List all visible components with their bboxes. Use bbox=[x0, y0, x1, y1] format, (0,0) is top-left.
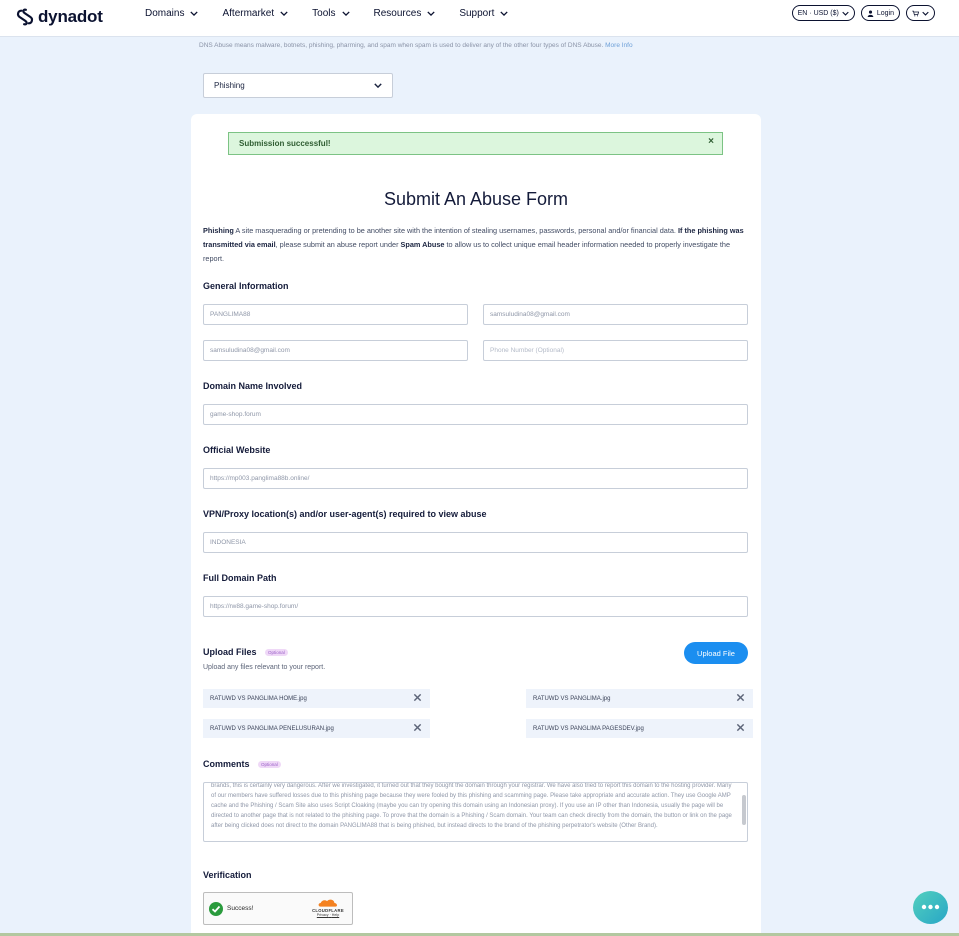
file-name: RATUWD VS PANGLIMA HOME.jpg bbox=[210, 695, 307, 702]
confirm-email-field[interactable]: samsuludina08@gmail.com bbox=[203, 340, 468, 361]
menu-label: Aftermarket bbox=[222, 7, 275, 19]
remove-file-icon[interactable] bbox=[736, 693, 745, 702]
file-name: RATUWD VS PANGLIMA.jpg bbox=[533, 695, 611, 702]
remove-file-icon[interactable] bbox=[413, 723, 422, 732]
cart-icon bbox=[912, 10, 919, 16]
abuse-type-value: Phishing bbox=[214, 81, 245, 90]
chevron-down-icon bbox=[374, 83, 382, 88]
alert-message: Submission successful! bbox=[239, 139, 331, 148]
chevron-down-icon bbox=[190, 10, 199, 16]
file-name: RATUWD VS PANGLIMA PENELUSURAN.jpg bbox=[210, 725, 334, 732]
menu-label: Support bbox=[459, 7, 495, 19]
chevron-down-icon bbox=[280, 10, 288, 16]
upload-file-button[interactable]: Upload File bbox=[684, 642, 748, 664]
upload-heading: Upload Files Optional bbox=[203, 647, 288, 657]
uploaded-file: RATUWD VS PANGLIMA HOME.jpg bbox=[203, 689, 430, 708]
chevron-down-icon bbox=[842, 11, 849, 16]
abuse-type-select[interactable]: Phishing bbox=[203, 73, 393, 98]
menu-domains[interactable]: Domains bbox=[145, 7, 199, 19]
remove-file-icon[interactable] bbox=[736, 723, 745, 732]
upload-label: Upload Files bbox=[203, 647, 257, 657]
brand-logo[interactable]: dynadot bbox=[16, 6, 103, 28]
file-name: RATUWD VS PANGLIMA PAGESDEV.jpg bbox=[533, 725, 644, 732]
menu-aftermarket[interactable]: Aftermarket bbox=[222, 8, 288, 19]
main-menu: Domains Aftermarket Tools Resources Supp… bbox=[145, 0, 532, 26]
uploaded-file: RATUWD VS PANGLIMA.jpg bbox=[526, 689, 753, 708]
menu-tools[interactable]: Tools bbox=[312, 7, 350, 19]
desc-term: Phishing bbox=[203, 226, 234, 235]
uploaded-file: RATUWD VS PANGLIMA PAGESDEV.jpg bbox=[526, 719, 753, 738]
success-check-icon bbox=[209, 902, 223, 916]
chevron-down-icon bbox=[341, 10, 350, 16]
currency-selector[interactable]: EN · USD ($) bbox=[791, 5, 855, 21]
cart-button[interactable] bbox=[906, 5, 935, 21]
email-field[interactable]: samsuludina08@gmail.com bbox=[483, 304, 748, 325]
more-info-link[interactable]: More Info bbox=[605, 42, 632, 49]
vpn-heading: VPN/Proxy location(s) and/or user-agent(… bbox=[203, 509, 487, 519]
cloudflare-links: Privacy · Help bbox=[309, 913, 347, 917]
spam-abuse-link[interactable]: Spam Abuse bbox=[401, 240, 445, 249]
website-field[interactable]: https://mp003.panglima88b.online/ bbox=[203, 468, 748, 489]
currency-label: EN · USD ($) bbox=[797, 9, 839, 17]
menu-resources[interactable]: Resources bbox=[374, 8, 436, 19]
upload-subtext: Upload any files relevant to your report… bbox=[203, 664, 326, 671]
close-alert-button[interactable]: × bbox=[708, 136, 714, 147]
domain-heading: Domain Name Involved bbox=[203, 381, 303, 391]
desc-definition: A site masquerading or pretending to be … bbox=[233, 226, 678, 235]
success-alert: Submission successful! × bbox=[228, 132, 723, 155]
header-controls: EN · USD ($) Login bbox=[791, 5, 935, 21]
chat-dots-icon bbox=[921, 904, 940, 910]
privacy-link[interactable]: Privacy bbox=[317, 913, 329, 917]
path-field[interactable]: https://rw88.game-shop.forum/ bbox=[203, 596, 748, 617]
menu-label: Domains bbox=[145, 7, 185, 19]
chevron-down-icon bbox=[500, 10, 509, 16]
dynadot-logo-icon bbox=[16, 8, 34, 26]
comments-textarea[interactable]: brands, this is certainly very dangerous… bbox=[203, 782, 748, 842]
top-nav: dynadot Domains Aftermarket Tools Resour… bbox=[0, 0, 959, 37]
dns-abuse-text: DNS Abuse means malware, botnets, phishi… bbox=[199, 42, 604, 49]
login-label: Login bbox=[876, 9, 894, 17]
login-button[interactable]: Login bbox=[860, 5, 900, 21]
captcha-status: Success! bbox=[227, 905, 254, 912]
phishing-description: Phishing A site masquerading or pretendi… bbox=[203, 224, 748, 266]
page-title: Submit An Abuse Form bbox=[383, 189, 569, 209]
optional-badge: Optional bbox=[258, 761, 281, 769]
chevron-down-icon bbox=[427, 10, 435, 16]
domain-field[interactable]: game-shop.forum bbox=[203, 404, 748, 425]
uploaded-file: RATUWD VS PANGLIMA PENELUSURAN.jpg bbox=[203, 719, 430, 738]
website-heading: Official Website bbox=[203, 445, 271, 455]
menu-label: Tools bbox=[312, 7, 336, 19]
menu-label: Resources bbox=[373, 7, 422, 19]
chevron-down-icon bbox=[922, 11, 929, 16]
menu-support[interactable]: Support bbox=[459, 7, 509, 19]
brand-name: dynadot bbox=[38, 7, 103, 26]
comments-text: brands, this is certainly very dangerous… bbox=[211, 783, 732, 829]
path-heading: Full Domain Path bbox=[203, 573, 277, 583]
general-info-heading: General Information bbox=[203, 281, 289, 291]
user-icon bbox=[867, 10, 874, 17]
comments-scrollbar[interactable] bbox=[742, 795, 746, 825]
comments-heading: Comments Optional bbox=[203, 759, 281, 769]
cloudflare-branding: CLOUDFLARE Privacy · Help bbox=[309, 898, 347, 917]
vpn-field[interactable]: INDONESIA bbox=[203, 532, 748, 553]
verification-heading: Verification bbox=[203, 870, 252, 880]
remove-file-icon[interactable] bbox=[413, 693, 422, 702]
help-link[interactable]: Help bbox=[332, 913, 339, 917]
desc-mid: , please submit an abuse report under bbox=[275, 240, 401, 249]
name-field[interactable]: PANGLIMA88 bbox=[203, 304, 468, 325]
cloudflare-cloud-icon bbox=[318, 899, 337, 907]
dns-abuse-note: DNS Abuse means malware, botnets, phishi… bbox=[199, 42, 633, 49]
comments-label: Comments bbox=[203, 759, 250, 769]
optional-badge: Optional bbox=[265, 649, 288, 657]
captcha-widget[interactable]: Success! CLOUDFLARE Privacy · Help bbox=[203, 892, 353, 925]
phone-field[interactable]: Phone Number (Optional) bbox=[483, 340, 748, 361]
chat-button[interactable] bbox=[913, 891, 948, 924]
